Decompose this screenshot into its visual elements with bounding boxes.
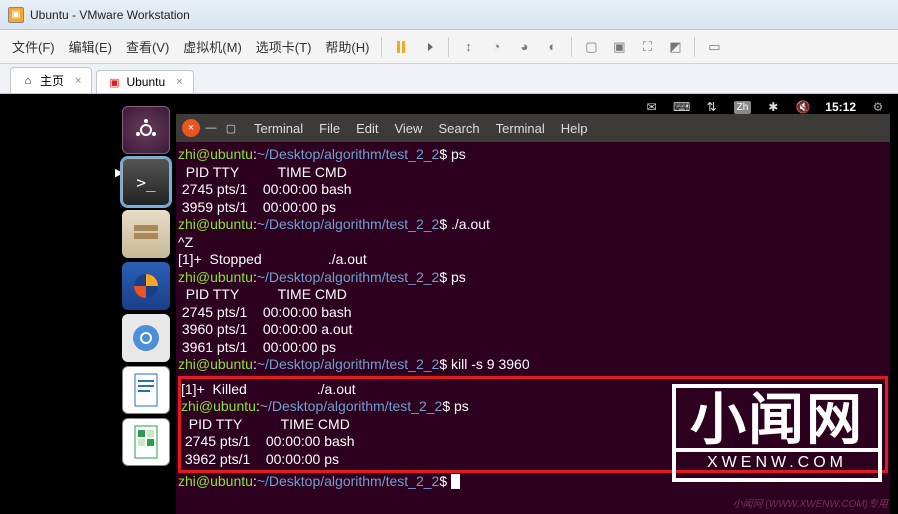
unity-launcher: >_ <box>118 102 174 470</box>
files-icon[interactable] <box>122 210 170 258</box>
term-menu-edit[interactable]: Edit <box>350 119 384 138</box>
tab-home-label: 主页 <box>40 72 64 89</box>
menu-view[interactable]: 查看(V) <box>120 33 175 60</box>
close-icon[interactable]: × <box>75 75 81 87</box>
tab-ubuntu-label: Ubuntu <box>126 75 165 89</box>
fullscreen-icon[interactable]: ▭ <box>701 34 727 60</box>
gear-icon[interactable]: ⚙ <box>870 99 886 115</box>
close-icon[interactable]: × <box>182 119 200 137</box>
highlight-box: [1]+ Killed ./a.outzhi@ubuntu:~/Desktop/… <box>178 376 888 474</box>
menu-file[interactable]: 文件(F) <box>6 33 61 60</box>
bluetooth-icon[interactable]: ✱ <box>765 99 781 115</box>
window-controls: × — ▢ <box>182 119 240 137</box>
vm-display: ✉ ⌨ ⇅ Zh ✱ 🔇 15:12 ⚙ ▶ >_ × — ▢ Terminal… <box>0 94 898 514</box>
vmware-menubar: 文件(F) 编辑(E) 查看(V) 虚拟机(M) 选项卡(T) 帮助(H) ↕ … <box>0 30 898 64</box>
terminal-body[interactable]: zhi@ubuntu:~/Desktop/algorithm/test_2_2$… <box>176 142 890 495</box>
term-menu-help[interactable]: Help <box>555 119 594 138</box>
tab-ubuntu[interactable]: ▣ Ubuntu × <box>96 70 193 93</box>
mail-icon[interactable]: ✉ <box>644 99 660 115</box>
menu-tabs[interactable]: 选项卡(T) <box>250 33 318 60</box>
fit-window-icon[interactable]: ▣ <box>606 34 632 60</box>
tab-home[interactable]: ⌂ 主页 × <box>10 67 92 93</box>
term-menu-file[interactable]: File <box>313 119 346 138</box>
terminal-window: × — ▢ Terminal File Edit View Search Ter… <box>176 114 890 514</box>
separator <box>448 37 449 57</box>
clock[interactable]: 15:12 <box>825 100 856 114</box>
pause-button[interactable] <box>388 34 414 60</box>
snapshot-manager-icon[interactable]: ◕ <box>511 34 537 60</box>
unity-icon[interactable]: ◩ <box>662 34 688 60</box>
dropdown-icon[interactable] <box>416 34 442 60</box>
cursor <box>451 474 460 489</box>
terminal-header[interactable]: × — ▢ Terminal File Edit View Search Ter… <box>176 114 890 142</box>
maximize-icon[interactable]: ▢ <box>222 119 240 137</box>
chromium-icon[interactable] <box>122 314 170 362</box>
separator <box>694 37 695 57</box>
term-menu-view[interactable]: View <box>388 119 428 138</box>
revert-icon[interactable]: ◐ <box>539 34 565 60</box>
input-method-indicator[interactable]: Zh <box>734 101 752 114</box>
keyboard-icon[interactable]: ⌨ <box>674 99 690 115</box>
dash-icon[interactable] <box>122 106 170 154</box>
terminal-menubar: Terminal File Edit View Search Terminal … <box>248 119 594 138</box>
vm-icon: ▣ <box>107 75 121 89</box>
firefox-icon[interactable] <box>122 262 170 310</box>
term-menu-search[interactable]: Search <box>432 119 485 138</box>
network-icon[interactable]: ⇅ <box>704 99 720 115</box>
term-menu-terminal2[interactable]: Terminal <box>490 119 551 138</box>
snapshot-icon[interactable]: ◔ <box>483 34 509 60</box>
home-icon: ⌂ <box>21 74 35 88</box>
separator <box>571 37 572 57</box>
window-title: Ubuntu - VMware Workstation <box>30 8 190 22</box>
watermark-footer: 小闻网 (WWW.XWENW.COM)专用 <box>733 495 888 510</box>
window-titlebar: ▣ Ubuntu - VMware Workstation <box>0 0 898 30</box>
term-menu-terminal[interactable]: Terminal <box>248 119 309 138</box>
close-icon[interactable]: × <box>176 76 182 88</box>
stretch-icon[interactable]: ⛶ <box>634 34 660 60</box>
volume-icon[interactable]: 🔇 <box>795 99 811 115</box>
menu-help[interactable]: 帮助(H) <box>319 33 375 60</box>
terminal-icon[interactable]: >_ <box>122 158 170 206</box>
tab-bar: ⌂ 主页 × ▣ Ubuntu × <box>0 64 898 94</box>
vmware-icon: ▣ <box>8 7 24 23</box>
menu-edit[interactable]: 编辑(E) <box>63 33 118 60</box>
minimize-icon[interactable]: — <box>202 119 220 137</box>
calc-icon[interactable] <box>122 418 170 466</box>
menu-vm[interactable]: 虚拟机(M) <box>177 33 248 60</box>
fit-guest-icon[interactable]: ▢ <box>578 34 604 60</box>
separator <box>381 37 382 57</box>
writer-icon[interactable] <box>122 366 170 414</box>
send-ctrlaltdel-icon[interactable]: ↕ <box>455 34 481 60</box>
